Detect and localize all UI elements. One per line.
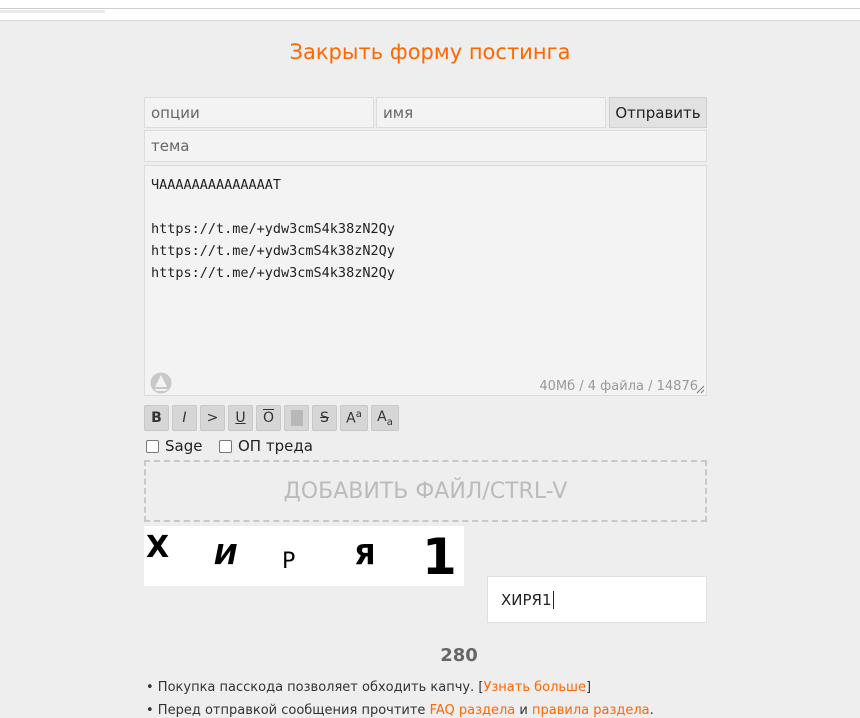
close-form-link[interactable]: Закрыть форму постинга xyxy=(0,40,860,64)
overline-button[interactable]: O xyxy=(256,405,281,431)
name-placeholder: имя xyxy=(383,103,414,122)
options-field[interactable]: опции xyxy=(144,97,374,128)
resize-icon[interactable] xyxy=(696,385,705,394)
captcha-char: И xyxy=(214,538,237,571)
name-field[interactable]: имя xyxy=(376,97,606,128)
spoiler-button[interactable] xyxy=(284,405,309,431)
options-placeholder: опции xyxy=(151,103,200,122)
markup-toolbar: B I > U O S Aa Aa xyxy=(144,405,399,433)
captcha-char: Р xyxy=(282,549,295,574)
learn-more-link[interactable]: Узнать больше xyxy=(483,680,586,695)
message-text: ЧААААААААААААААТ https://t.me/+ydw3cmS4k… xyxy=(151,174,395,284)
message-line: https://t.me/+ydw3cmS4k38zN2Qy xyxy=(151,243,395,259)
op-label: ОП треда xyxy=(238,437,313,455)
subject-field[interactable]: тема xyxy=(144,130,707,162)
top-divider xyxy=(0,8,860,9)
strike-button[interactable]: S xyxy=(312,405,337,431)
sage-checkbox-box[interactable] xyxy=(146,439,159,453)
captcha-char: Я xyxy=(354,538,376,571)
op-checkbox-box[interactable] xyxy=(219,439,232,453)
italic-button[interactable]: I xyxy=(172,405,197,431)
sage-label: Sage xyxy=(165,437,203,455)
captcha-image: Х И Р Я 1 xyxy=(144,526,464,586)
captcha-input[interactable]: ХИРЯ1 xyxy=(487,576,707,623)
message-line: ЧААААААААААААААТ xyxy=(151,177,282,193)
send-button[interactable]: Отправить xyxy=(609,97,707,128)
underline-button[interactable]: U xyxy=(228,405,253,431)
superscript-button[interactable]: Aa xyxy=(340,405,368,431)
top-bar xyxy=(0,0,860,21)
captcha-char: Х xyxy=(146,530,169,565)
op-checkbox[interactable]: ОП треда xyxy=(219,437,313,455)
message-line: https://t.me/+ydw3cmS4k38zN2Qy xyxy=(151,221,395,237)
bold-button[interactable]: B xyxy=(144,405,169,431)
subject-placeholder: тема xyxy=(151,137,190,155)
text-caret xyxy=(552,590,554,609)
sail-icon[interactable] xyxy=(149,372,173,394)
subscript-button[interactable]: Aa xyxy=(371,405,399,431)
sage-checkbox[interactable]: Sage xyxy=(146,437,202,455)
file-dropzone[interactable]: ДОБАВИТЬ ФАЙЛ/CTRL-V xyxy=(144,460,707,522)
captcha-value: ХИРЯ1 xyxy=(501,590,552,609)
message-textarea[interactable]: ЧААААААААААААААТ https://t.me/+ydw3cmS4k… xyxy=(144,165,707,396)
message-line: https://t.me/+ydw3cmS4k38zN2Qy xyxy=(151,265,395,281)
captcha-char: 1 xyxy=(422,528,457,586)
passcode-note: • Покупка пасскода позволяет обходить ка… xyxy=(146,680,592,695)
attachment-status: 40Мб / 4 файла / 14876 xyxy=(539,379,698,394)
top-tab xyxy=(0,10,105,13)
post-counter: 280 xyxy=(440,645,478,666)
quote-button[interactable]: > xyxy=(200,405,225,431)
